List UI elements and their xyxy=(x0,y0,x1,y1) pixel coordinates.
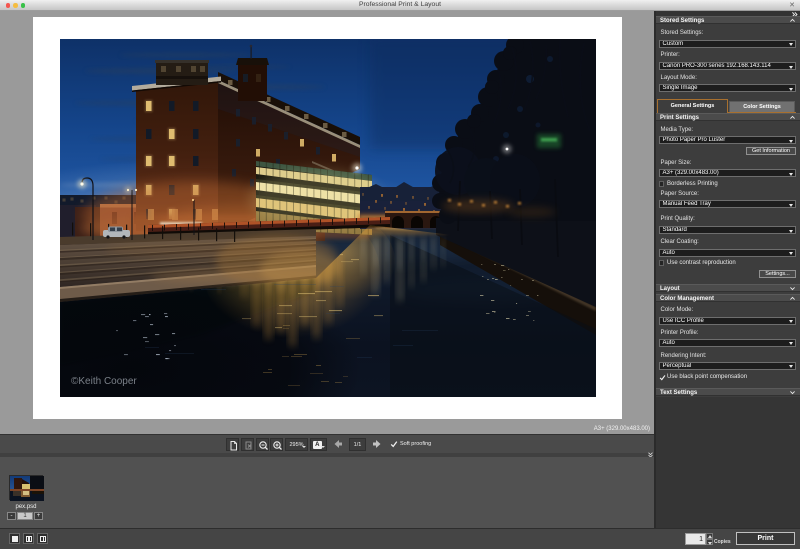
svg-text:©Keith Cooper: ©Keith Cooper xyxy=(71,376,137,387)
